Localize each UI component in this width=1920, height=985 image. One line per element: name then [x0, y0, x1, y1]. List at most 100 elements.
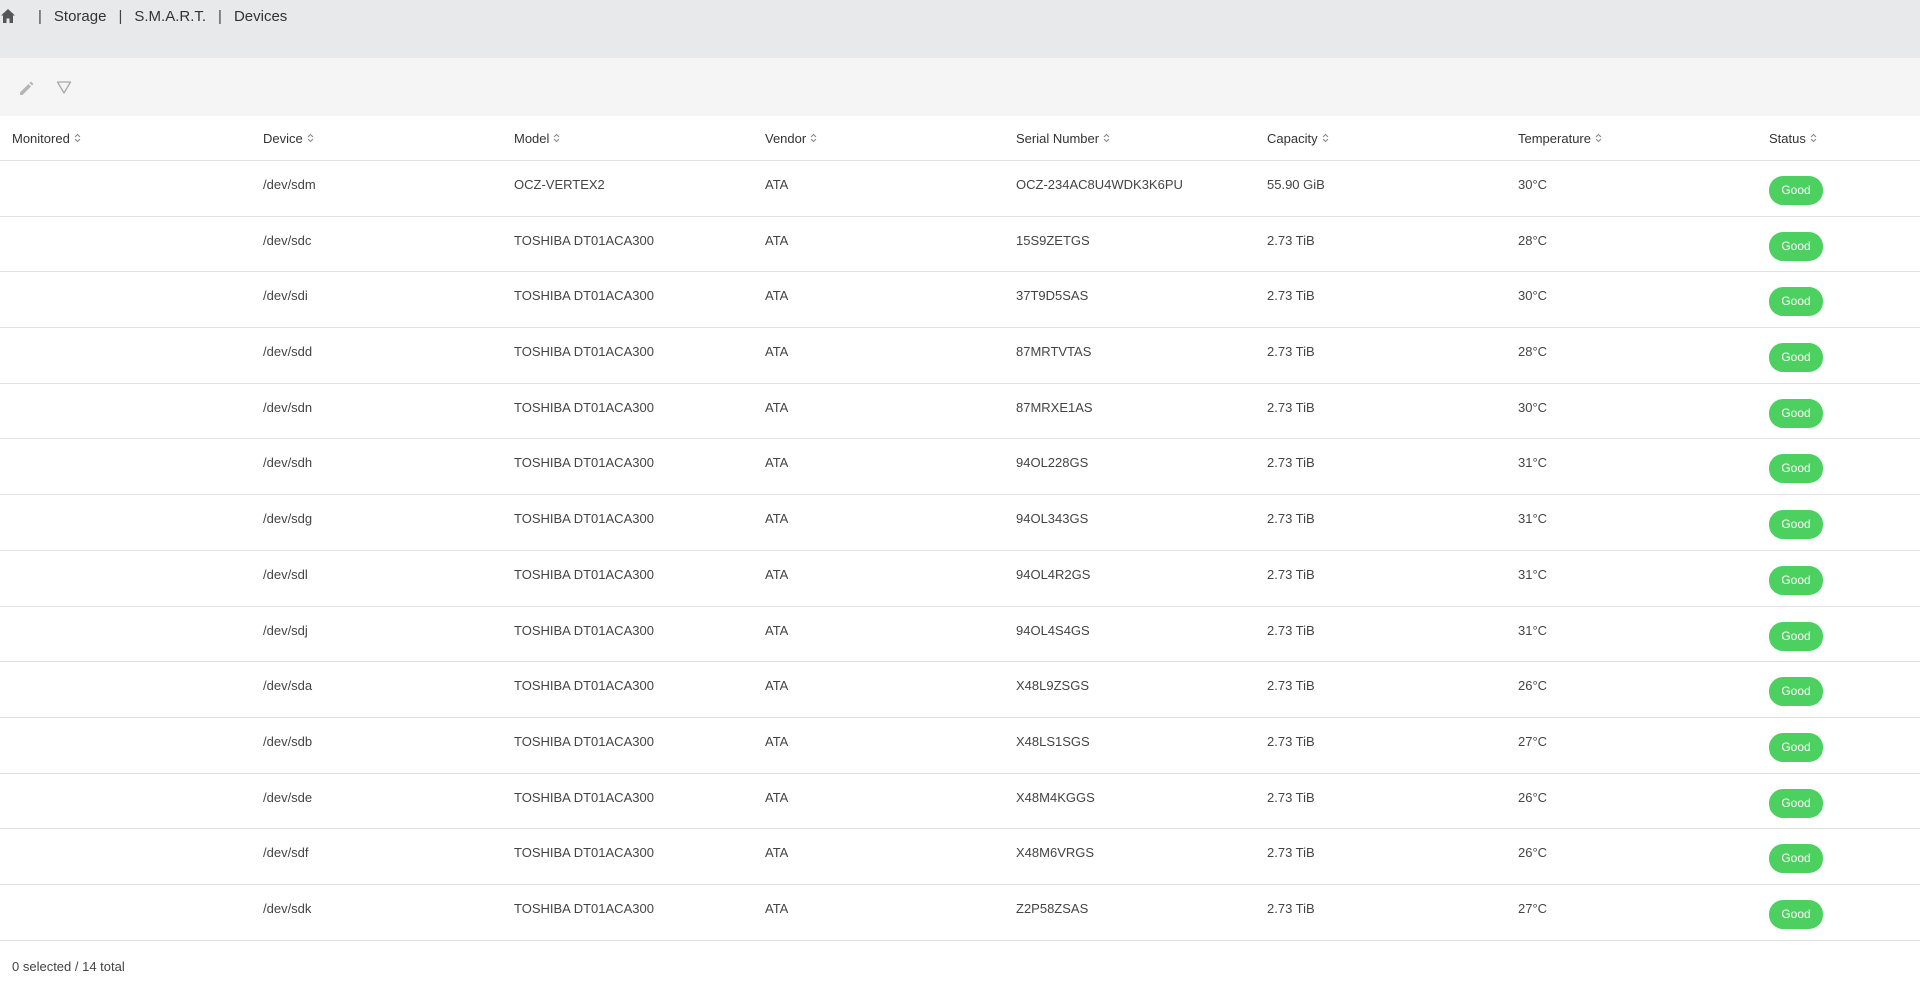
cell-temperature: 26°C	[1518, 845, 1548, 861]
status-badge: Good	[1769, 677, 1823, 707]
table-row[interactable]: /dev/sdd TOSHIBA DT01ACA300 ATA 87MRTVTA…	[0, 328, 1920, 384]
status-badge: Good	[1769, 510, 1823, 540]
cell-vendor: ATA	[765, 455, 789, 471]
cell-vendor: ATA	[765, 900, 789, 916]
table-row[interactable]: /dev/sdc TOSHIBA DT01ACA300 ATA 15S9ZETG…	[0, 217, 1920, 273]
cell-capacity: 2.73 TiB	[1267, 900, 1315, 916]
cell-status: Good	[1757, 328, 1920, 383]
cell-status: Good	[1757, 384, 1920, 439]
pencil-icon	[20, 81, 34, 95]
column-header-capacity[interactable]: Capacity	[1255, 116, 1506, 160]
cell-vendor: ATA	[765, 288, 789, 304]
cell-model: TOSHIBA DT01ACA300	[514, 511, 654, 527]
cell-serial-number: 37T9D5SAS	[1016, 288, 1089, 304]
cell-vendor: ATA	[765, 511, 789, 527]
selection-summary: 0 selected / 14 total	[12, 959, 125, 974]
table-row[interactable]: /dev/sdb TOSHIBA DT01ACA300 ATA X48LS1SG…	[0, 718, 1920, 774]
home-icon[interactable]	[0, 8, 16, 24]
sort-icon	[554, 133, 560, 143]
cell-monitored	[0, 607, 251, 662]
edit-button[interactable]	[15, 76, 39, 100]
cell-status: Good	[1757, 161, 1920, 216]
cell-temperature: 30°C	[1518, 288, 1548, 304]
table-row[interactable]: /dev/sdl TOSHIBA DT01ACA300 ATA 94OL4R2G…	[0, 551, 1920, 607]
status-badge: Good	[1769, 398, 1823, 428]
breadcrumb-item-storage[interactable]: Storage	[54, 8, 107, 25]
cell-capacity: 2.73 TiB	[1267, 455, 1315, 471]
table-row[interactable]: /dev/sdn TOSHIBA DT01ACA300 ATA 87MRXE1A…	[0, 384, 1920, 440]
sort-icon	[810, 133, 817, 143]
cell-device: /dev/sdf	[263, 845, 309, 861]
cell-capacity: 2.73 TiB	[1267, 344, 1315, 360]
cell-status: Good	[1757, 439, 1920, 494]
cell-vendor: ATA	[765, 566, 789, 582]
cell-device: /dev/sde	[263, 789, 313, 805]
cell-device: /dev/sdk	[263, 900, 312, 916]
cell-model: TOSHIBA DT01ACA300	[514, 622, 654, 638]
toolbar	[0, 58, 1920, 116]
cell-temperature: 31°C	[1518, 622, 1548, 638]
cell-serial-number: X48L9ZSGS	[1016, 678, 1089, 694]
cell-serial-number: X48M6VRGS	[1016, 845, 1095, 861]
filter-button[interactable]	[52, 76, 76, 100]
cell-status: Good	[1757, 885, 1920, 940]
cell-serial-number: Z2P58ZSAS	[1016, 900, 1089, 916]
cell-model: TOSHIBA DT01ACA300	[514, 344, 654, 360]
breadcrumb-separator: |	[218, 7, 222, 25]
cell-vendor: ATA	[765, 678, 789, 694]
cell-model: TOSHIBA DT01ACA300	[514, 789, 654, 805]
column-header-serial-number[interactable]: Serial Number	[1004, 116, 1255, 160]
cell-monitored	[0, 161, 251, 216]
cell-temperature: 27°C	[1518, 900, 1548, 916]
column-header-model[interactable]: Model	[502, 116, 753, 160]
table-row[interactable]: /dev/sdj TOSHIBA DT01ACA300 ATA 94OL4S4G…	[0, 607, 1920, 663]
cell-vendor: ATA	[765, 789, 789, 805]
top-bar: | Storage | S.M.A.R.T. | Devices	[0, 0, 1920, 58]
table-row[interactable]: /dev/sda TOSHIBA DT01ACA300 ATA X48L9ZSG…	[0, 662, 1920, 718]
cell-model: TOSHIBA DT01ACA300	[514, 845, 654, 861]
cell-device: /dev/sdc	[263, 232, 312, 248]
status-badge: Good	[1769, 454, 1823, 484]
column-header-monitored[interactable]: Monitored	[0, 116, 251, 160]
cell-temperature: 28°C	[1518, 344, 1548, 360]
sort-icon	[1595, 133, 1602, 143]
cell-temperature: 27°C	[1518, 733, 1548, 749]
table-row[interactable]: /dev/sdf TOSHIBA DT01ACA300 ATA X48M6VRG…	[0, 829, 1920, 885]
cell-serial-number: 15S9ZETGS	[1016, 232, 1090, 248]
column-header-device[interactable]: Device	[251, 116, 502, 160]
cell-status: Good	[1757, 662, 1920, 717]
table-row[interactable]: /dev/sdg TOSHIBA DT01ACA300 ATA 94OL343G…	[0, 495, 1920, 551]
sort-icon	[307, 133, 314, 143]
cell-serial-number: X48M4KGGS	[1016, 789, 1095, 805]
table-row[interactable]: /dev/sdh TOSHIBA DT01ACA300 ATA 94OL228G…	[0, 439, 1920, 496]
cell-monitored	[0, 384, 251, 439]
breadcrumb-item-smart[interactable]: S.M.A.R.T.	[134, 8, 206, 25]
filter-icon	[56, 81, 72, 94]
column-header-status[interactable]: Status	[1757, 116, 1920, 160]
cell-temperature: 30°C	[1518, 177, 1548, 192]
sort-icon	[74, 133, 81, 143]
cell-model: TOSHIBA DT01ACA300	[514, 455, 654, 471]
cell-status: Good	[1757, 272, 1920, 327]
status-badge: Good	[1769, 176, 1823, 205]
cell-monitored	[0, 217, 251, 272]
table-row[interactable]: /dev/sde TOSHIBA DT01ACA300 ATA X48M4KGG…	[0, 774, 1920, 830]
cell-device: /dev/sdn	[263, 399, 313, 415]
column-header-temperature[interactable]: Temperature	[1506, 116, 1757, 160]
cell-vendor: ATA	[765, 845, 789, 861]
breadcrumb: | Storage | S.M.A.R.T. | Devices	[0, 6, 287, 26]
cell-model: TOSHIBA DT01ACA300	[514, 566, 654, 582]
table-row[interactable]: /dev/sdm OCZ-VERTEX2 ATA OCZ-234AC8U4WDK…	[0, 161, 1920, 217]
cell-monitored	[0, 662, 251, 717]
table-row[interactable]: /dev/sdk TOSHIBA DT01ACA300 ATA Z2P58ZSA…	[0, 885, 1920, 941]
cell-status: Good	[1757, 495, 1920, 550]
status-badge: Good	[1769, 565, 1823, 595]
cell-model: TOSHIBA DT01ACA300	[514, 678, 654, 694]
column-header-vendor[interactable]: Vendor	[753, 116, 1004, 160]
cell-temperature: 31°C	[1518, 566, 1548, 582]
devices-table: Monitored Device Model Vendor Serial Num…	[0, 116, 1920, 941]
status-badge: Good	[1769, 231, 1823, 261]
table-row[interactable]: /dev/sdi TOSHIBA DT01ACA300 ATA 37T9D5SA…	[0, 272, 1920, 329]
cell-device: /dev/sda	[263, 678, 313, 694]
cell-model: TOSHIBA DT01ACA300	[514, 232, 654, 248]
